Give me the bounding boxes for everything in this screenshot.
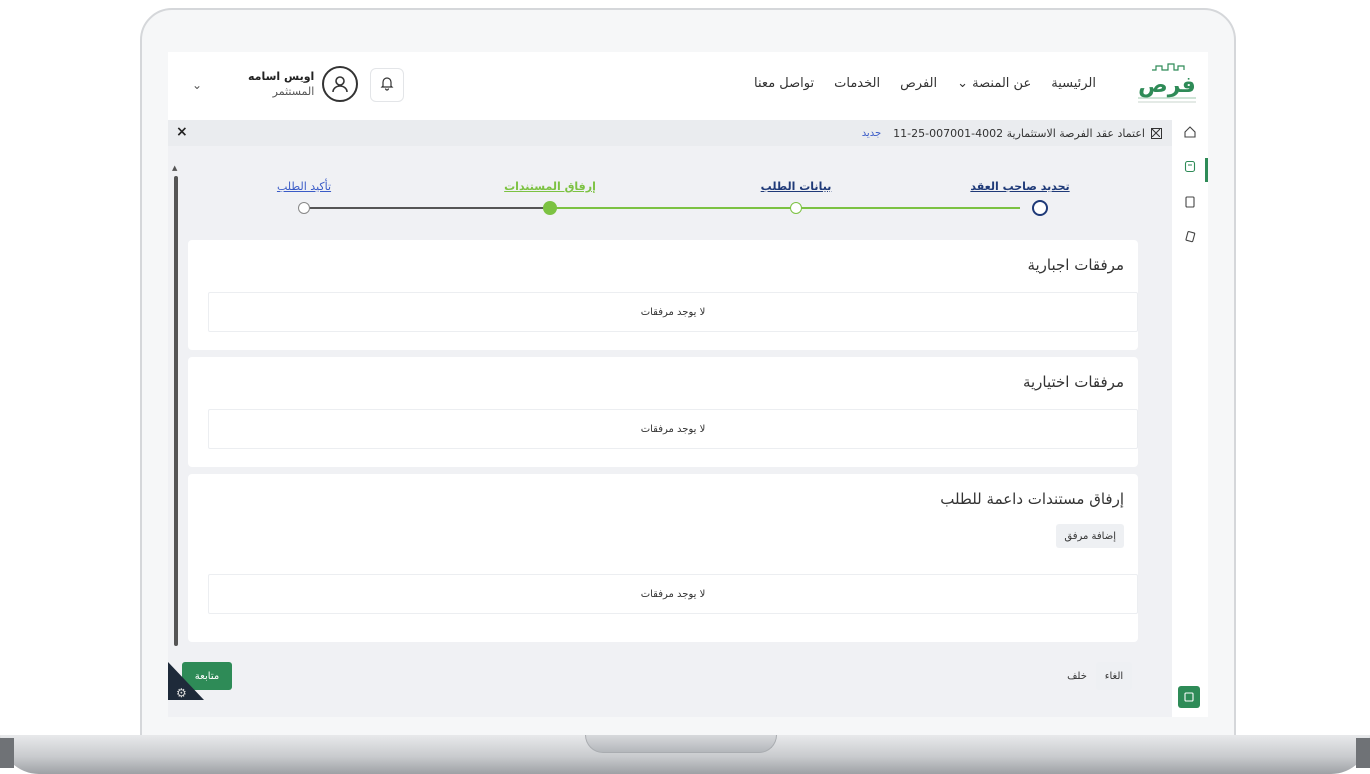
user-icon xyxy=(332,76,349,93)
step-dot-confirm[interactable] xyxy=(298,202,310,214)
empty-state: لا يوجد مرفقات xyxy=(208,574,1138,614)
cancel-button[interactable]: الغاء xyxy=(1096,662,1132,690)
book-icon[interactable] xyxy=(1178,686,1200,708)
user-role: المستثمر xyxy=(272,85,315,98)
step-dot-contract-owner[interactable] xyxy=(1032,200,1048,216)
step-dot-request-data[interactable] xyxy=(790,202,802,214)
laptop-notch xyxy=(585,735,777,753)
user-menu[interactable]: اويس اسامه المستثمر xyxy=(248,66,359,102)
empty-state: لا يوجد مرفقات xyxy=(208,409,1138,449)
request-title: اعتماد عقد الفرصة الاستثمارية 4002-00700… xyxy=(893,126,1145,140)
forsa-logo[interactable]: فرص xyxy=(1132,58,1202,108)
step-label-contract-owner[interactable]: تحديد صاحب العقد xyxy=(970,180,1069,193)
user-name: اويس اسامه xyxy=(248,70,315,83)
close-icon[interactable]: × xyxy=(176,124,188,140)
empty-state: لا يوجد مرفقات xyxy=(208,292,1138,332)
step-label-confirm[interactable]: تأكيد الطلب xyxy=(277,180,331,193)
scrollbar[interactable]: ▲ xyxy=(172,164,178,712)
optional-attachments-card: مرفقات اختيارية لا يوجد مرفقات xyxy=(188,357,1138,467)
step-label-attach-docs[interactable]: إرفاق المستندات xyxy=(504,180,596,193)
side-nav xyxy=(1172,120,1208,717)
gear-icon[interactable]: ⚙ xyxy=(176,686,187,700)
scroll-up-icon[interactable]: ▲ xyxy=(172,164,177,172)
nav-about[interactable]: عن المنصة ⌄ xyxy=(957,76,1031,91)
svg-text:فرص: فرص xyxy=(1138,73,1196,98)
add-attachment-button[interactable]: إضافة مرفق xyxy=(1056,524,1124,548)
laptop-base-end-right xyxy=(1356,738,1370,768)
request-panel: اعتماد عقد الفرصة الاستثمارية 4002-00700… xyxy=(168,120,1172,717)
card-title: إرفاق مستندات داعمة للطلب xyxy=(940,490,1124,508)
chevron-down-icon[interactable]: ⌄ xyxy=(192,78,202,92)
laptop-base-end-left xyxy=(0,738,14,768)
status-badge: جديد xyxy=(861,127,882,139)
main-nav: الرئيسية عن المنصة ⌄ الفرص الخدمات تواصل… xyxy=(754,76,1096,91)
nav-home[interactable]: الرئيسية xyxy=(1051,76,1096,91)
step-pending-line xyxy=(304,207,550,209)
avatar xyxy=(322,66,359,102)
step-progress-line xyxy=(550,207,1020,209)
back-button[interactable]: خلف xyxy=(1062,662,1092,690)
supporting-documents-card: إرفاق مستندات داعمة للطلب إضافة مرفق لا … xyxy=(188,474,1138,642)
step-label-request-data[interactable]: بيانات الطلب xyxy=(761,180,832,193)
bell-icon xyxy=(380,75,394,95)
step-dot-attach-docs[interactable] xyxy=(543,201,557,215)
bookmark-icon[interactable] xyxy=(1151,127,1162,139)
notifications-button[interactable] xyxy=(370,68,404,102)
nav-services[interactable]: الخدمات xyxy=(834,76,880,91)
clipboard-icon[interactable] xyxy=(1182,158,1198,174)
card-title: مرفقات اجبارية xyxy=(1027,256,1124,274)
document-icon[interactable] xyxy=(1182,194,1198,210)
nav-contact[interactable]: تواصل معنا xyxy=(754,76,814,91)
top-header: فرص الرئيسية عن المنصة ⌄ الفرص الخدمات ت… xyxy=(168,52,1208,120)
card-title: مرفقات اختيارية xyxy=(1022,373,1124,391)
nav-opportunities[interactable]: الفرص xyxy=(900,76,937,91)
scroll-thumb[interactable] xyxy=(174,176,178,646)
request-title-bar: اعتماد عقد الفرصة الاستثمارية 4002-00700… xyxy=(168,120,1172,146)
home-icon[interactable] xyxy=(1182,124,1198,140)
active-indicator xyxy=(1205,158,1208,182)
cards-icon[interactable] xyxy=(1182,228,1198,244)
app-screen: فرص الرئيسية عن المنصة ⌄ الفرص الخدمات ت… xyxy=(168,52,1208,717)
mandatory-attachments-card: مرفقات اجبارية لا يوجد مرفقات xyxy=(188,240,1138,350)
